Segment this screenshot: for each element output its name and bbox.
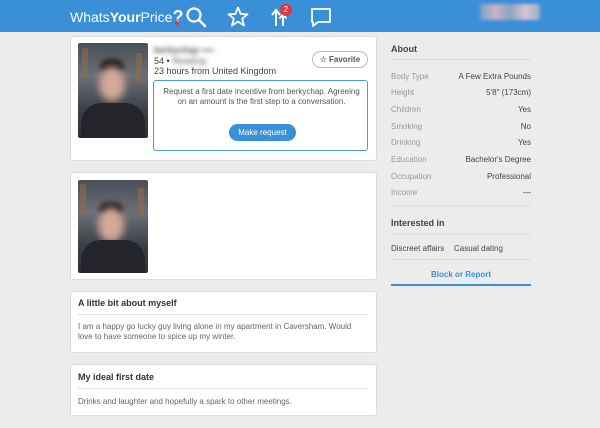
divider: [391, 205, 531, 206]
first-date-title: My ideal first date: [78, 372, 155, 382]
divider: [391, 59, 531, 60]
user-avatar-menu[interactable]: [480, 4, 540, 20]
about-label-children: Children: [391, 105, 421, 114]
star-icon[interactable]: [227, 6, 249, 28]
about-value-body-type: A Few Extra Pounds: [458, 72, 531, 81]
about-value-drinking: Yes: [517, 138, 531, 147]
profile-username: berkychap ••••: [154, 45, 215, 55]
about-myself-title: A little bit about myself: [78, 298, 177, 308]
logo-mark: ?: [172, 7, 184, 27]
block-underline: [391, 284, 531, 286]
about-label-income: Income: [391, 188, 418, 197]
favorite-button[interactable]: ☆ Favorite: [312, 51, 368, 68]
search-icon[interactable]: [185, 6, 207, 28]
make-request-button[interactable]: Make request: [229, 124, 296, 141]
about-label-smoking: Smoking: [391, 122, 423, 131]
about-value-income: —: [523, 188, 531, 197]
first-date-text: Drinks and laughter and hopefully a spar…: [78, 397, 292, 406]
date-request-box: Request a first date incentive from berk…: [153, 80, 368, 151]
about-value-smoking: No: [520, 122, 531, 131]
profile-age: 54 • Reading: [154, 56, 206, 66]
about-label-body-type: Body Type: [391, 72, 429, 81]
interest-discreet-affairs: Discreet affairs: [391, 244, 445, 253]
logo-bold: Your: [109, 9, 141, 25]
logo-prefix: Whats: [70, 9, 110, 25]
chat-icon[interactable]: [310, 6, 332, 28]
notification-badge: 2: [280, 4, 292, 16]
about-label-education: Education: [391, 155, 427, 164]
block-or-report-link[interactable]: Block or Report: [391, 270, 531, 279]
divider: [78, 388, 368, 389]
interested-in-title: Interested in: [391, 218, 445, 228]
top-navigation-bar: WhatsYourPrice? 2: [0, 0, 600, 32]
profile-main-photo[interactable]: [78, 43, 148, 138]
divider: [78, 314, 368, 315]
interest-casual-dating: Casual dating: [454, 244, 503, 253]
site-logo[interactable]: WhatsYourPrice?: [70, 6, 183, 27]
profile-gallery-photo[interactable]: [78, 180, 148, 273]
logo-suffix: Price: [140, 9, 173, 25]
about-value-occupation: Professional: [486, 172, 531, 181]
divider: [391, 259, 531, 260]
about-value-height: 5'8" (173cm): [486, 88, 531, 97]
about-label-occupation: Occupation: [391, 172, 432, 181]
about-myself-text: I am a happy go lucky guy living alone i…: [78, 322, 352, 341]
about-label-drinking: Drinking: [391, 138, 421, 147]
about-value-children: Yes: [517, 105, 531, 114]
profile-last-active: 23 hours from United Kingdom: [154, 66, 277, 76]
star-outline-icon: ☆: [319, 55, 328, 64]
favorite-label: Favorite: [329, 55, 361, 64]
about-value-education: Bachelor's Degree: [465, 155, 531, 164]
date-request-text: Request a first date incentive from berk…: [163, 87, 360, 106]
divider: [391, 234, 531, 235]
about-title: About: [391, 44, 417, 54]
about-label-height: Height: [391, 88, 415, 97]
